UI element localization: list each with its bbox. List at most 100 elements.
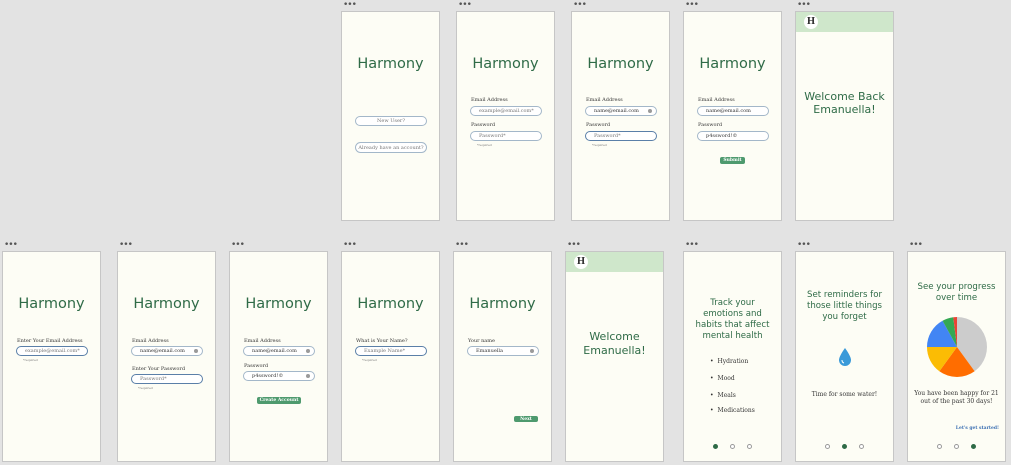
screen-login-empty: Harmony Email Address example@email.com*… xyxy=(456,11,555,221)
screen-signup-email: Harmony Enter Your Email Address example… xyxy=(2,251,101,462)
frame-signup-email: ••• Harmony Enter Your Email Address exa… xyxy=(2,241,101,462)
password-label: Password xyxy=(244,363,269,369)
password-field[interactable]: Password* xyxy=(470,131,542,141)
clear-field-icon[interactable] xyxy=(306,374,310,378)
frame-login-empty: ••• Harmony Email Address example@email.… xyxy=(456,1,555,221)
ellipsis-icon[interactable]: ••• xyxy=(4,241,18,250)
screen-name-question: Harmony What is Your Name? Example Name*… xyxy=(341,251,440,462)
next-button[interactable]: Next xyxy=(514,416,538,422)
page-dot-1[interactable] xyxy=(937,444,942,449)
app-logo[interactable]: H xyxy=(574,255,588,269)
list-item: Meals xyxy=(710,392,736,399)
clear-field-icon[interactable] xyxy=(194,349,198,353)
page-dot-2[interactable] xyxy=(730,444,735,449)
frame-landing: ••• Harmony New User? Already have an ac… xyxy=(341,1,440,221)
password-field[interactable]: p4ssword!© xyxy=(243,371,315,381)
email-value: name@email.com xyxy=(594,108,639,114)
ellipsis-icon[interactable]: ••• xyxy=(343,241,357,250)
frame-create-account: ••• Harmony Email Address name@email.com… xyxy=(229,241,328,462)
page-dot-3[interactable] xyxy=(747,444,752,449)
password-label: Password xyxy=(698,122,723,128)
ellipsis-icon[interactable]: ••• xyxy=(567,241,581,250)
page-dot-3[interactable] xyxy=(859,444,864,449)
new-user-button[interactable]: New User? xyxy=(355,116,427,126)
have-account-button[interactable]: Already have an account? xyxy=(355,142,427,153)
welcome-back-line2: Emanuella! xyxy=(813,103,876,116)
email-field[interactable]: name@email.com xyxy=(697,106,769,116)
frame-name-question: ••• Harmony What is Your Name? Example N… xyxy=(341,241,440,462)
email-field[interactable]: name@email.com xyxy=(243,346,315,356)
clear-field-icon[interactable] xyxy=(306,349,310,353)
password-field[interactable]: Password* xyxy=(585,131,657,141)
frame-signup-password: ••• Harmony Email Address name@email.com… xyxy=(117,241,216,462)
list-item: Medications xyxy=(710,407,755,414)
email-field[interactable]: example@email.com* xyxy=(470,106,542,116)
email-field[interactable]: name@email.com xyxy=(585,106,657,116)
screen-login-filled: Harmony Email Address name@email.com Pas… xyxy=(683,11,782,221)
app-title: Harmony xyxy=(357,56,424,72)
password-field[interactable]: Password* xyxy=(131,374,203,384)
email-field[interactable]: name@email.com xyxy=(131,346,203,356)
password-value: p4ssword!© xyxy=(252,373,284,379)
email-value: name@email.com xyxy=(140,348,185,354)
screen-onboarding-track: Track your emotions and habits that affe… xyxy=(683,251,782,462)
screen-onboarding-reminders: Set reminders for those little things yo… xyxy=(795,251,894,462)
app-title: Harmony xyxy=(472,56,539,72)
required-note: *required xyxy=(592,143,607,147)
required-note: *required xyxy=(138,386,153,390)
page-dot-3[interactable] xyxy=(971,444,976,449)
ellipsis-icon[interactable]: ••• xyxy=(909,241,923,250)
page-dot-2[interactable] xyxy=(842,444,847,449)
required-note: *required xyxy=(23,358,38,362)
get-started-link[interactable]: Let's get started! xyxy=(956,426,999,431)
email-label: Email Address xyxy=(586,97,623,103)
frame-onboarding-track: ••• Track your emotions and habits that … xyxy=(683,241,782,462)
app-title: Harmony xyxy=(133,296,200,312)
email-label: Email Address xyxy=(132,338,169,344)
screen-signup-password: Harmony Email Address name@email.com Ent… xyxy=(117,251,216,462)
email-label: Email Address xyxy=(244,338,281,344)
frame-login-filled: ••• Harmony Email Address name@email.com… xyxy=(683,1,782,221)
ellipsis-icon[interactable]: ••• xyxy=(797,1,811,10)
ellipsis-icon[interactable]: ••• xyxy=(573,1,587,10)
ellipsis-icon[interactable]: ••• xyxy=(685,241,699,250)
clear-field-icon[interactable] xyxy=(530,349,534,353)
page-dot-2[interactable] xyxy=(954,444,959,449)
create-account-button[interactable]: Create Account xyxy=(257,397,301,404)
app-logo[interactable]: H xyxy=(804,15,818,29)
ellipsis-icon[interactable]: ••• xyxy=(231,241,245,250)
ellipsis-icon[interactable]: ••• xyxy=(343,1,357,10)
ellipsis-icon[interactable]: ••• xyxy=(458,1,472,10)
email-field[interactable]: example@email.com* xyxy=(16,346,88,356)
screen-your-name: Harmony Your name Emanuella Next xyxy=(453,251,552,462)
screen-landing: Harmony New User? Already have an accoun… xyxy=(341,11,440,221)
enter-email-label: Enter Your Email Address xyxy=(17,338,83,344)
mood-pie-chart xyxy=(927,317,987,377)
list-item: Mood xyxy=(710,375,735,382)
onboarding-title: Set reminders for those little things yo… xyxy=(806,290,883,322)
your-name-label: Your name xyxy=(468,338,495,344)
frame-onboarding-reminders: ••• Set reminders for those little thing… xyxy=(795,241,894,462)
welcome-line2: Emanuella! xyxy=(583,344,646,357)
password-field[interactable]: p4ssword!© xyxy=(697,131,769,141)
ellipsis-icon[interactable]: ••• xyxy=(455,241,469,250)
screen-onboarding-progress: See your progress over time You have bee… xyxy=(907,251,1006,462)
app-title: Harmony xyxy=(357,296,424,312)
password-label: Password xyxy=(586,122,611,128)
ellipsis-icon[interactable]: ••• xyxy=(685,1,699,10)
name-field[interactable]: Emanuella xyxy=(467,346,539,356)
screen-welcome-back: H Welcome Back Emanuella! xyxy=(795,11,894,221)
page-dot-1[interactable] xyxy=(825,444,830,449)
submit-button[interactable]: Submit xyxy=(720,157,745,164)
app-title: Harmony xyxy=(469,296,536,312)
page-dot-1[interactable] xyxy=(713,444,718,449)
name-field[interactable]: Example Name* xyxy=(355,346,427,356)
page-indicator xyxy=(684,444,781,449)
page-indicator xyxy=(908,444,1005,449)
clear-field-icon[interactable] xyxy=(648,109,652,113)
email-label: Email Address xyxy=(471,97,508,103)
email-value: name@email.com xyxy=(252,348,297,354)
ellipsis-icon[interactable]: ••• xyxy=(797,241,811,250)
ellipsis-icon[interactable]: ••• xyxy=(119,241,133,250)
onboarding-title: Track your emotions and habits that affe… xyxy=(695,298,770,341)
